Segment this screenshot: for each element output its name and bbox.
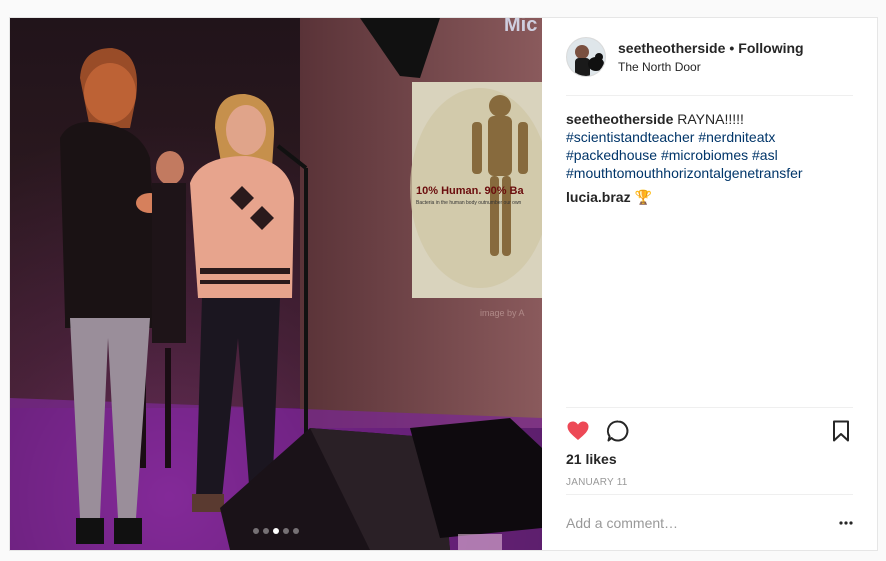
caption-text: RAYNA!!!!! bbox=[673, 111, 744, 127]
carousel-dot[interactable] bbox=[263, 528, 269, 534]
action-bar bbox=[566, 407, 853, 453]
hashtag[interactable]: #nerdniteatx bbox=[698, 129, 775, 145]
post-header: seetheotherside • Following The North Do… bbox=[566, 18, 853, 96]
hashtag[interactable]: #mouthtomouthhorizontalgenetransfer bbox=[566, 165, 803, 181]
post-photo[interactable]: 10% Human. 90% Ba Bacteria in the human … bbox=[10, 18, 542, 550]
slide-top-text: Mic bbox=[504, 18, 537, 36]
comment-row: lucia.braz 🏆 bbox=[566, 188, 857, 206]
carousel-dot-active[interactable] bbox=[273, 528, 279, 534]
stage-photo: 10% Human. 90% Ba Bacteria in the human … bbox=[10, 18, 542, 550]
post-date[interactable]: JANUARY 11 bbox=[566, 477, 627, 488]
caption: seetheotherside RAYNA!!!!! #scientistand… bbox=[566, 110, 857, 206]
follow-status-button[interactable]: Following bbox=[738, 40, 803, 56]
avatar[interactable] bbox=[566, 36, 606, 77]
header-username[interactable]: seetheotherside bbox=[618, 40, 725, 56]
trophy-icon: 🏆 bbox=[634, 189, 653, 205]
slide-credit: image by A bbox=[480, 308, 525, 318]
header-separator: • bbox=[729, 39, 735, 56]
carousel-dot[interactable] bbox=[293, 528, 299, 534]
location-link[interactable]: The North Door bbox=[618, 60, 804, 74]
hashtag[interactable]: #asl bbox=[752, 147, 778, 163]
likes-count[interactable]: 21 likes bbox=[566, 451, 617, 467]
slide-headline: 10% Human. 90% Ba bbox=[416, 185, 524, 197]
carousel-indicator bbox=[253, 528, 299, 534]
hashtag[interactable]: #scientistandteacher bbox=[566, 129, 694, 145]
carousel-dot[interactable] bbox=[253, 528, 259, 534]
heart-icon[interactable] bbox=[566, 419, 590, 443]
hashtag-list: #scientistandteacher #nerdniteatx #packe… bbox=[566, 128, 857, 182]
carousel-dot[interactable] bbox=[283, 528, 289, 534]
comment-input[interactable] bbox=[566, 514, 829, 531]
hashtag[interactable]: #microbiomes bbox=[661, 147, 748, 163]
hashtag[interactable]: #packedhouse bbox=[566, 147, 657, 163]
post-sidebar: seetheotherside • Following The North Do… bbox=[542, 18, 877, 550]
comment-bar bbox=[566, 494, 853, 550]
caption-username[interactable]: seetheotherside bbox=[566, 111, 673, 127]
more-icon[interactable] bbox=[829, 511, 853, 535]
bookmark-icon[interactable] bbox=[829, 419, 853, 443]
slide-subtext: Bacteria in the human body outnumber our… bbox=[416, 200, 522, 206]
comment-icon[interactable] bbox=[606, 419, 630, 443]
post-card: 10% Human. 90% Ba Bacteria in the human … bbox=[9, 17, 878, 551]
avatar-image bbox=[567, 37, 605, 76]
comment-username[interactable]: lucia.braz bbox=[566, 188, 631, 206]
